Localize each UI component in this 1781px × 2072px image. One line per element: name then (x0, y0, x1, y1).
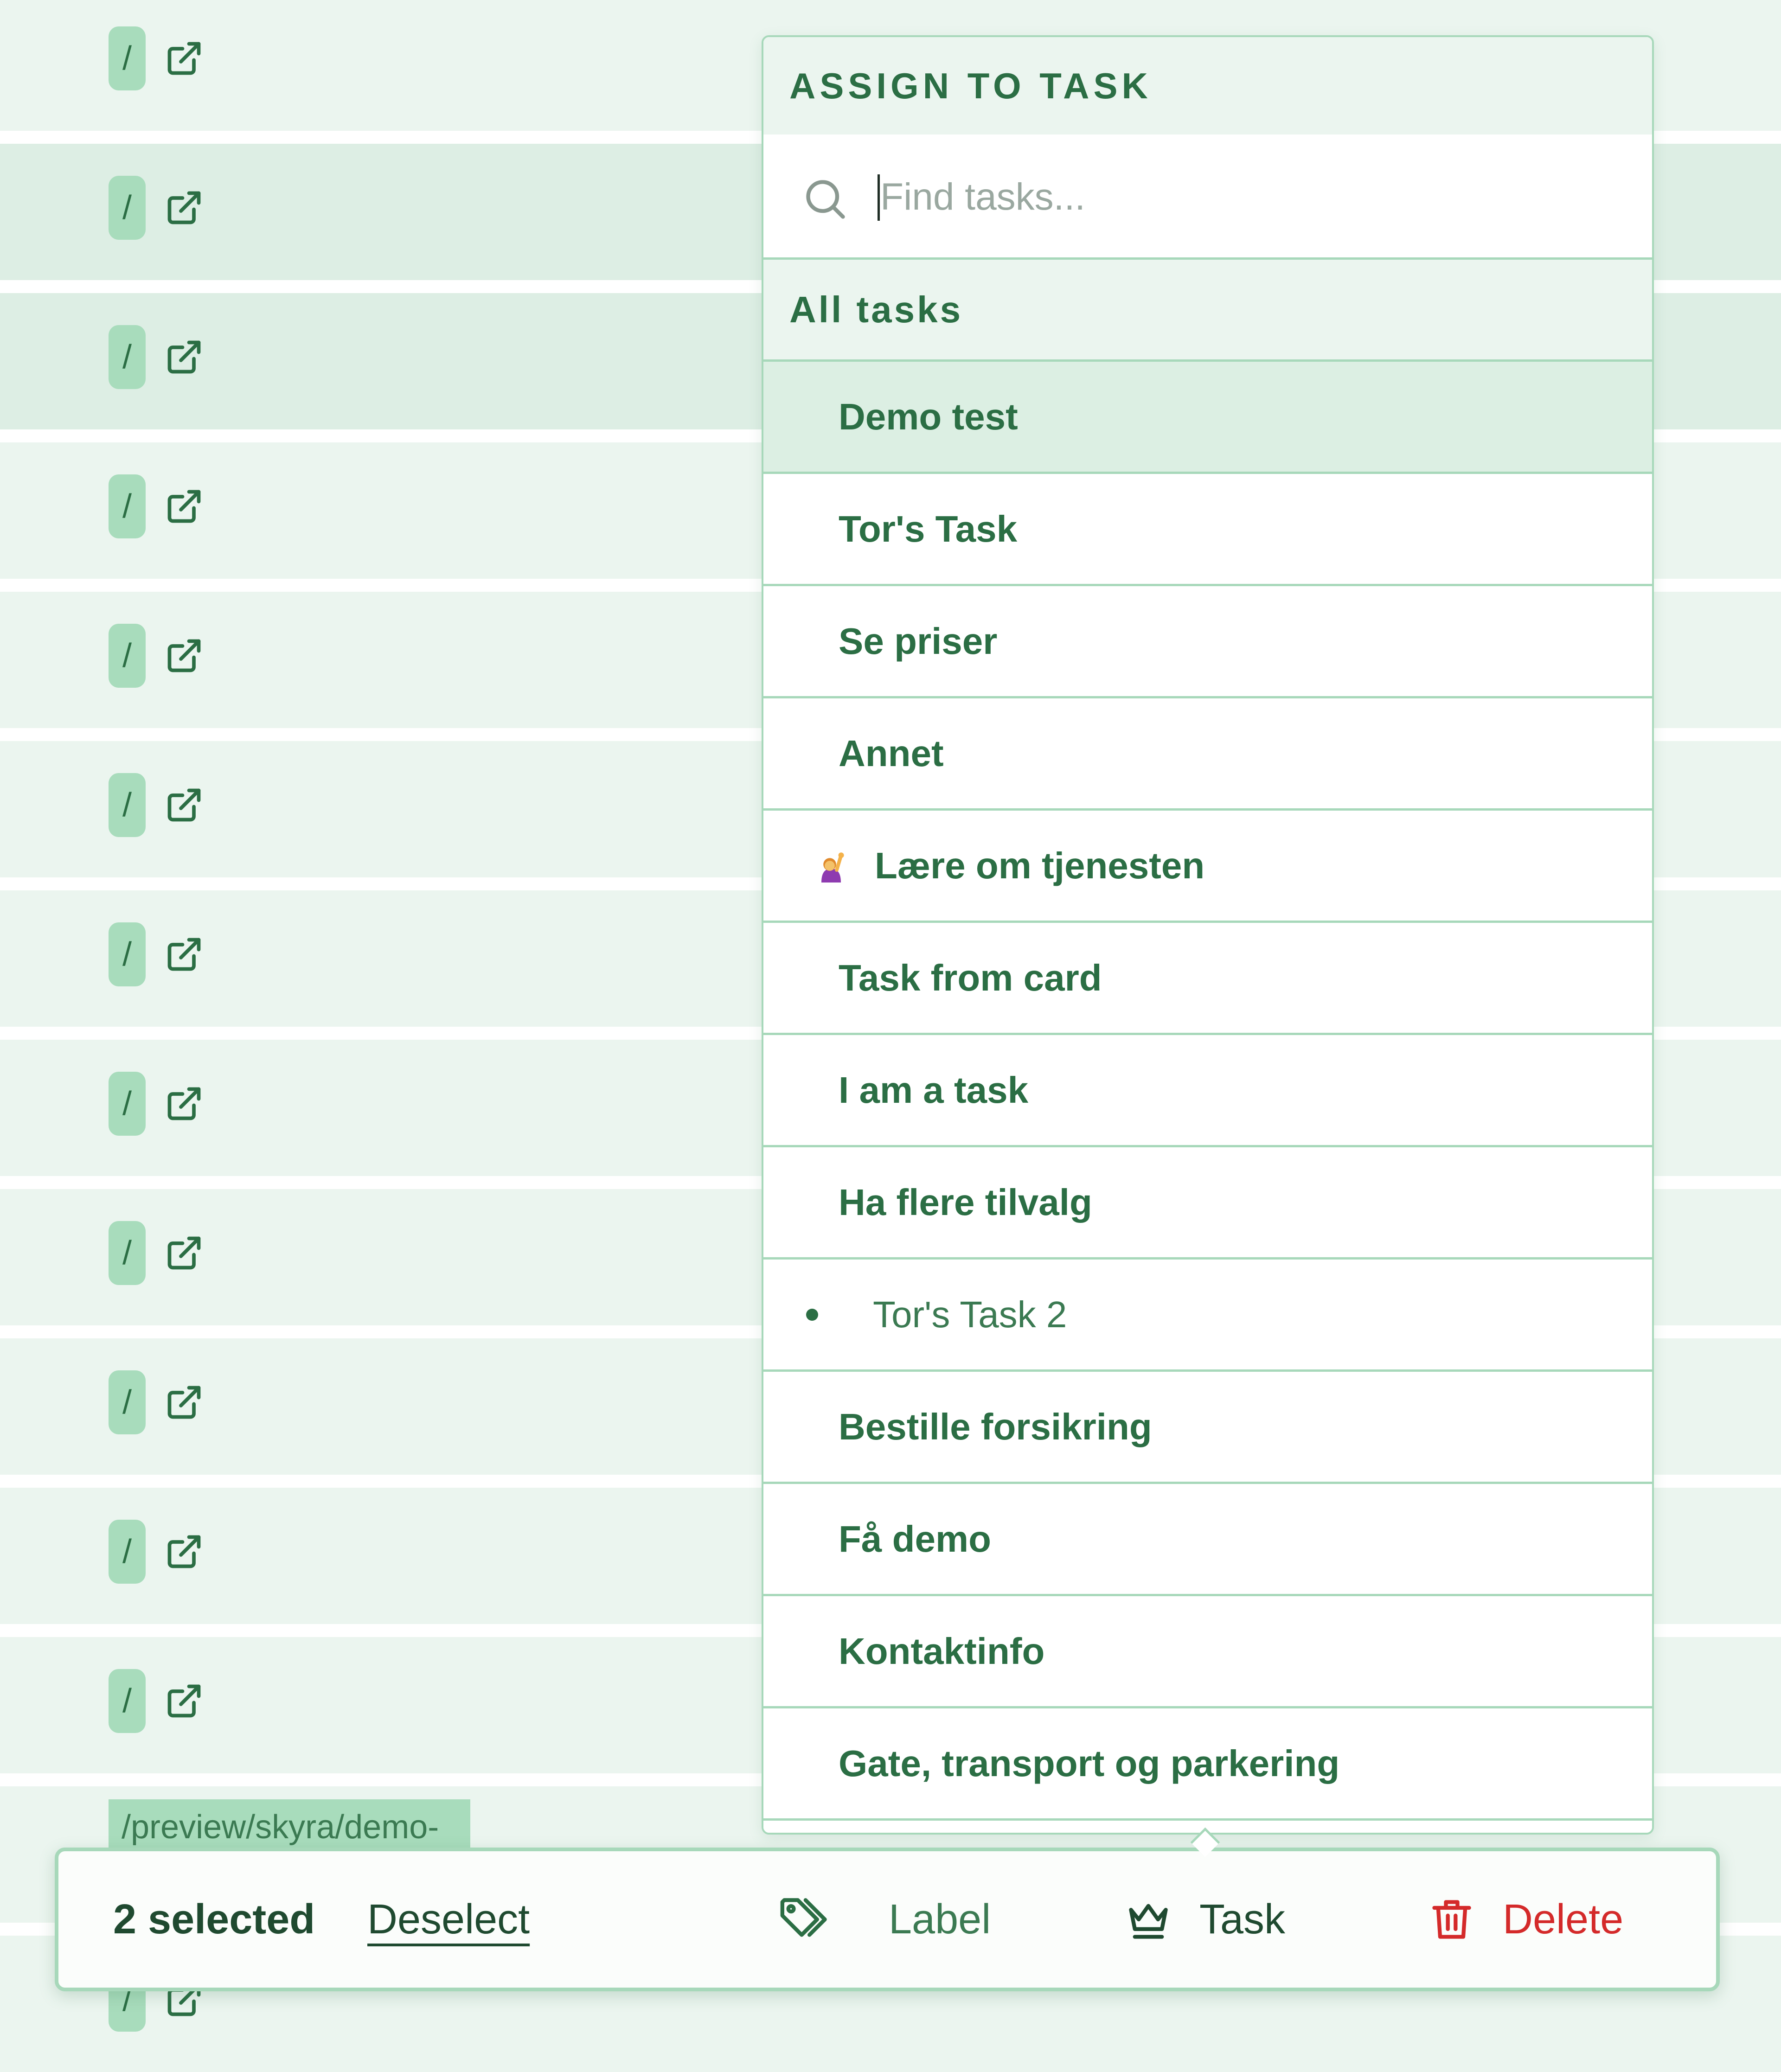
search-icon (806, 180, 845, 219)
task-option-label: Få demo (839, 1518, 991, 1560)
path-chip[interactable]: / (109, 1221, 146, 1285)
task-option-label: Demo test (839, 396, 1018, 437)
path-chip[interactable]: / (109, 1520, 146, 1584)
delete-button-text: Delete (1503, 1896, 1624, 1943)
path-chip[interactable]: / (109, 1669, 146, 1733)
path-chip[interactable]: / (109, 474, 146, 538)
path-chip[interactable]: / (109, 624, 146, 688)
delete-button[interactable]: Delete (1429, 1851, 1660, 1988)
path-chip[interactable]: / (109, 922, 146, 986)
task-option[interactable]: Se priser (763, 586, 1652, 698)
task-option-label: Kontaktinfo (839, 1631, 1045, 1672)
task-option-label: Bestille forsikring (839, 1406, 1152, 1447)
task-list: Demo test Tor's Task Se priser Annet Lær… (763, 362, 1652, 1833)
person-raising-hand-icon (821, 852, 844, 883)
deselect-button[interactable]: Deselect (367, 1851, 530, 1988)
bulk-action-bar: 2 selected Deselect Label Task Delete (55, 1848, 1720, 1991)
task-option-label: Annet (839, 733, 944, 774)
path-chip[interactable]: / (109, 176, 146, 240)
external-link-icon[interactable] (165, 188, 204, 227)
path-chip[interactable]: / (109, 773, 146, 837)
external-link-icon[interactable] (165, 1383, 204, 1422)
path-chip[interactable]: / (109, 1072, 146, 1136)
task-option-label: I am a task (839, 1069, 1029, 1111)
task-option[interactable]: Demo test (763, 362, 1652, 474)
task-option-label: Tor's Task 2 (873, 1294, 1067, 1335)
path-chip[interactable]: / (109, 1370, 146, 1434)
text-cursor (878, 174, 880, 221)
tags-icon (780, 1898, 827, 1937)
task-option[interactable]: Få demo (763, 1484, 1652, 1596)
task-option-label: Task from card (839, 957, 1102, 998)
task-button[interactable]: Task (1125, 1851, 1357, 1988)
external-link-icon[interactable] (165, 786, 204, 825)
trash-icon (1432, 1900, 1471, 1939)
label-button[interactable]: Label (777, 1851, 1037, 1988)
external-link-icon[interactable] (165, 338, 204, 377)
task-option-subtask[interactable]: Tor's Task 2 (763, 1260, 1652, 1372)
task-option[interactable]: Lære om tjenesten (763, 811, 1652, 923)
task-option[interactable]: Task from card (763, 923, 1652, 1035)
task-option[interactable]: Tor's Task (763, 474, 1652, 586)
url-path-chip[interactable]: /preview/skyra/demo- (109, 1799, 470, 1855)
external-link-icon[interactable] (165, 935, 204, 974)
path-chip[interactable]: / (109, 325, 146, 389)
external-link-icon[interactable] (165, 636, 204, 675)
external-link-icon[interactable] (165, 487, 204, 526)
assign-task-dropdown: ASSIGN TO TASK All tasks Demo test Tor's… (762, 35, 1654, 1835)
bullet-icon (806, 1309, 818, 1321)
external-link-icon[interactable] (165, 1234, 204, 1273)
task-button-text: Task (1199, 1896, 1286, 1943)
task-option[interactable]: Ha flere tilvalg (763, 1147, 1652, 1260)
task-option[interactable]: Kontaktinfo (763, 1596, 1652, 1708)
external-link-icon[interactable] (165, 1084, 204, 1123)
task-option[interactable]: I am a task (763, 1035, 1652, 1147)
section-all-tasks: All tasks (763, 260, 1652, 362)
task-option-label: Lære om tjenesten (875, 845, 1205, 886)
crown-icon (1129, 1904, 1168, 1939)
external-link-icon[interactable] (165, 39, 204, 78)
task-option-label: Se priser (839, 620, 998, 662)
task-option-label: Tor's Task (839, 508, 1018, 550)
dropdown-title: ASSIGN TO TASK (763, 37, 1652, 134)
task-option[interactable]: Gate, transport og parkering (763, 1708, 1652, 1821)
task-option[interactable]: Bestille forsikring (763, 1372, 1652, 1484)
external-link-icon[interactable] (165, 1532, 204, 1571)
label-button-text: Label (889, 1896, 991, 1943)
task-option[interactable]: Annet (763, 698, 1652, 811)
selected-count: 2 selected (113, 1896, 315, 1943)
task-search-input[interactable] (875, 162, 1576, 232)
path-chip[interactable]: / (109, 26, 146, 90)
task-option-label: Gate, transport og parkering (839, 1743, 1340, 1784)
task-option-label: Ha flere tilvalg (839, 1182, 1092, 1223)
external-link-icon[interactable] (165, 1682, 204, 1720)
task-search (763, 134, 1652, 260)
